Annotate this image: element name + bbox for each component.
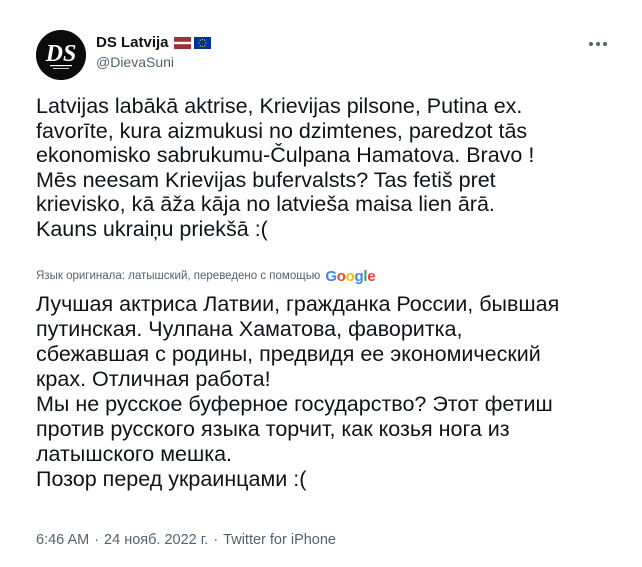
author-name-row: DS Latvija	[96, 32, 211, 52]
author-name[interactable]: DS Latvija	[96, 34, 169, 51]
tweet-text: Latvijas labākā aktrise, Krievijas pilso…	[36, 94, 535, 241]
tweet-card: DS DS Latvija @DievaSuni Latvijas labākā…	[0, 0, 642, 567]
author-block: DS Latvija @DievaSuni	[96, 32, 211, 70]
eu-flag-icon	[193, 36, 211, 49]
more-horizontal-icon[interactable]	[584, 34, 612, 54]
tweet-date[interactable]: 24 нояб. 2022 г.	[104, 532, 208, 548]
translation-note-text: Язык оригинала: латышский, переведено с …	[36, 270, 321, 282]
tweet-meta: 6:46 AM · 24 нояб. 2022 г. · Twitter for…	[36, 530, 336, 550]
latvia-flag-icon	[173, 36, 191, 49]
tweet-source[interactable]: Twitter for iPhone	[223, 532, 336, 548]
translation-note: Язык оригинала: латышский, переведено с …	[36, 266, 376, 286]
translated-text: Лучшая актриса Латвии, гражданка России,…	[36, 292, 560, 491]
meta-separator: ·	[213, 532, 219, 548]
tweet-time[interactable]: 6:46 AM	[36, 532, 89, 548]
ds-logo-avatar[interactable]: DS	[36, 30, 86, 80]
author-handle[interactable]: @DievaSuni	[96, 54, 211, 70]
svg-text:DS: DS	[45, 41, 77, 67]
google-logo-icon[interactable]: Google	[325, 268, 375, 285]
meta-separator: ·	[94, 532, 100, 548]
